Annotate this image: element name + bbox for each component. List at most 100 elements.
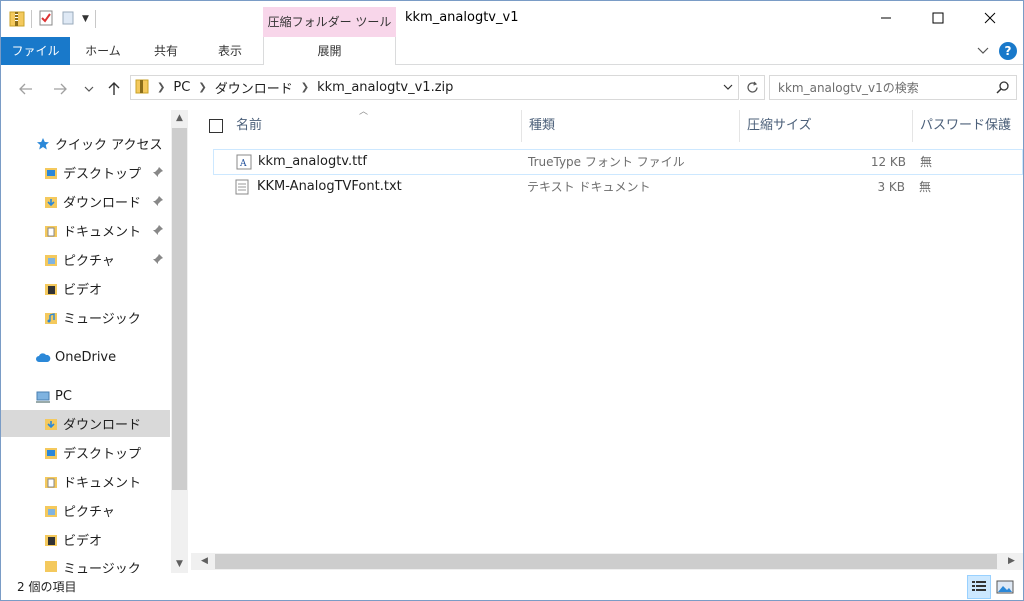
pin-icon[interactable] [152,253,164,269]
sidebar-item-label: クイック アクセス [55,138,163,153]
back-button[interactable] [17,80,35,98]
horizontal-scrollbar-thumb[interactable] [215,554,997,569]
sidebar-item-label: ミュージック [63,312,141,327]
scroll-right-icon[interactable]: ▶ [1003,553,1020,570]
sidebar-item-pc-desktop[interactable]: デスクトップ [1,439,170,466]
breadcrumb-pc[interactable]: PC [173,80,190,95]
breadcrumb-downloads[interactable]: ダウンロード [215,78,293,97]
ribbon-right-controls: ? [977,42,1017,60]
file-name-text: KKM-AnalogTVFont.txt [257,179,402,194]
sidebar-item-label: ビデオ [63,283,103,298]
sidebar-item-downloads[interactable]: ダウンロード [1,188,170,215]
window-title: kkm_analogtv_v1 [405,10,519,25]
sidebar-item-pc-downloads[interactable]: ダウンロード [1,410,170,437]
sidebar-scrollbar[interactable]: ▲ ▼ [171,110,188,573]
help-icon[interactable]: ? [999,42,1017,60]
navigation-pane: クイック アクセス デスクトップ ダウンロード ドキュメント ピクチャ ビデオ [1,110,190,573]
sidebar-item-onedrive[interactable]: OneDrive [1,344,170,371]
up-button[interactable] [105,80,123,98]
forward-arrow-icon [54,83,67,95]
large-icons-view-icon [996,580,1014,594]
sidebar-item-documents[interactable]: ドキュメント [1,217,170,244]
scroll-up-icon[interactable]: ▲ [171,110,188,127]
pictures-folder-icon [43,252,59,268]
sidebar-item-label: ダウンロード [63,418,142,433]
tab-view[interactable]: 表示 [201,37,259,65]
table-row[interactable]: A kkm_analogtv.ttf TrueType フォント ファイル 12… [213,149,1023,175]
documents-folder-icon [43,474,59,490]
downloads-folder-icon [43,194,59,210]
pin-icon[interactable] [152,195,164,211]
sidebar-item-pc-music[interactable]: ミュージック [1,555,170,573]
sidebar-item-pc-pictures[interactable]: ピクチャ [1,497,170,524]
minimize-button[interactable] [863,1,909,35]
close-button[interactable] [967,1,1013,35]
tab-share[interactable]: 共有 [137,37,195,65]
quick-access-toolbar: ▼ [9,9,96,29]
recent-locations-button[interactable] [80,80,98,98]
tab-extract[interactable]: 展開 [263,37,396,65]
column-compressed-size[interactable]: 圧縮サイズ [740,110,913,142]
breadcrumb-separator-icon[interactable]: ❯ [198,82,206,93]
chevron-down-icon [84,86,94,92]
search-icon[interactable] [996,80,1010,97]
desktop-folder-icon [43,445,59,461]
tab-home[interactable]: ホーム [75,37,131,65]
pin-icon[interactable] [152,166,164,182]
sidebar-item-desktop[interactable]: デスクトップ [1,159,170,186]
address-history-button[interactable] [718,77,738,97]
column-type[interactable]: 種類 [522,110,740,142]
refresh-icon [746,81,758,93]
horizontal-scrollbar[interactable]: ◀ ▶ [191,553,1023,570]
sidebar-item-pc[interactable]: PC [1,383,170,410]
sidebar-item-videos[interactable]: ビデオ [1,275,170,302]
address-row: ❯ PC ❯ ダウンロード ❯ kkm_analogtv_v1.zip [1,65,1023,110]
column-password-protected[interactable]: パスワード保護 [913,110,1023,142]
title-bar: ▼ 圧縮フォルダー ツール kkm_analogtv_v1 [1,1,1023,37]
properties-icon[interactable] [38,10,54,29]
details-view-button[interactable] [967,575,991,599]
file-name-text: kkm_analogtv.ttf [258,154,367,169]
computer-icon [35,389,51,405]
pin-icon[interactable] [152,224,164,240]
details-view-icon [972,581,986,591]
ribbon-tabs: ファイル ホーム 共有 表示 展開 ? [1,37,1023,65]
explorer-window: ▼ 圧縮フォルダー ツール kkm_analogtv_v1 ファイル ホーム 共… [0,0,1024,601]
expand-ribbon-icon[interactable] [977,44,989,58]
text-file-icon [235,179,249,204]
zip-folder-icon [135,78,149,98]
forward-button[interactable] [51,80,69,98]
videos-folder-icon [43,532,59,548]
tab-file[interactable]: ファイル [1,37,70,65]
large-icons-view-button[interactable] [993,575,1017,599]
customize-toolbar-icon[interactable]: ▼ [82,14,89,24]
maximize-button[interactable] [915,1,961,35]
breadcrumb-separator-icon[interactable]: ❯ [157,82,165,93]
sidebar-item-label: デスクトップ [63,447,142,462]
sidebar-scrollbar-thumb[interactable] [172,128,187,490]
file-password: 無 [919,180,932,194]
breadcrumb-separator-icon[interactable]: ❯ [301,82,309,93]
address-bar[interactable]: ❯ PC ❯ ダウンロード ❯ kkm_analogtv_v1.zip [130,75,739,100]
file-type: テキスト ドキュメント [527,180,651,194]
scroll-down-icon[interactable]: ▼ [171,556,188,573]
select-all-checkbox[interactable] [209,119,223,133]
scroll-left-icon[interactable]: ◀ [196,553,213,570]
file-password: 無 [920,155,933,169]
column-name[interactable]: 名前 [229,110,522,142]
search-input[interactable] [770,76,990,99]
breadcrumb-zip[interactable]: kkm_analogtv_v1.zip [317,80,453,95]
column-header-row: ︿ 名前 種類 圧縮サイズ パスワード保護 [191,107,1023,142]
chevron-down-icon [723,84,733,90]
sidebar-item-music[interactable]: ミュージック [1,304,170,331]
sidebar-item-pc-videos[interactable]: ビデオ [1,526,170,553]
refresh-button[interactable] [740,75,765,100]
table-row[interactable]: KKM-AnalogTVFont.txt テキスト ドキュメント 3 KB 無 [213,175,1023,201]
new-folder-icon[interactable] [60,10,76,29]
sidebar-item-pc-documents[interactable]: ドキュメント [1,468,170,495]
sidebar-item-pictures[interactable]: ピクチャ [1,246,170,273]
sidebar-item-label: ダウンロード [63,196,142,211]
sidebar-item-quick-access[interactable]: クイック アクセス [1,130,170,157]
zip-folder-icon [9,9,25,30]
svg-text:A: A [239,159,247,169]
